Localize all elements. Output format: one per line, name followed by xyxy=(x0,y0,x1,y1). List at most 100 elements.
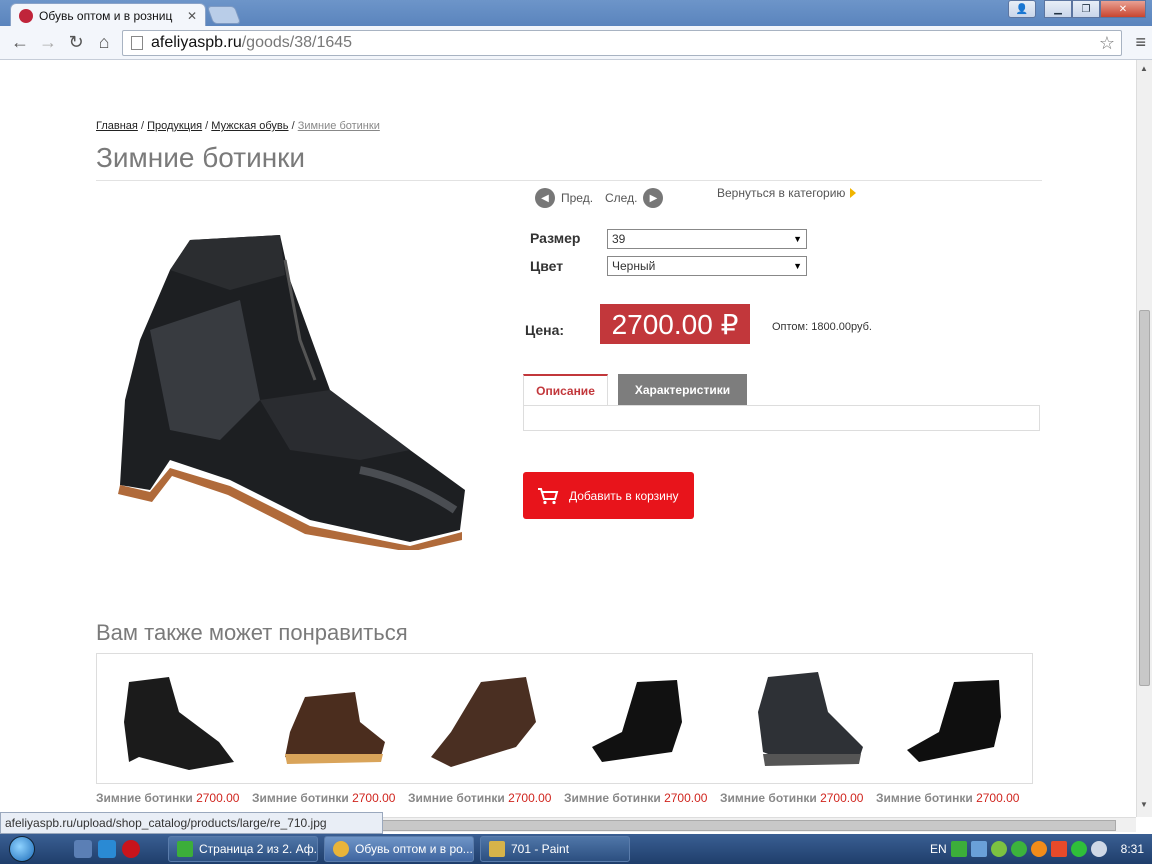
title-divider xyxy=(96,180,1042,181)
related-product-price: 2700.00 xyxy=(508,791,552,805)
related-product-image[interactable] xyxy=(889,662,1029,772)
back-to-category-link[interactable]: Вернуться в категорию xyxy=(717,186,857,200)
chrome-menu-icon[interactable]: ≡ xyxy=(1135,32,1146,53)
scroll-up-icon[interactable]: ▲ xyxy=(1140,64,1148,73)
breadcrumb-separator: / xyxy=(140,120,144,132)
vertical-scrollbar[interactable]: ▲ ▼ xyxy=(1136,60,1152,817)
size-select[interactable]: 39 ▼ xyxy=(607,229,807,249)
breadcrumb-mens-shoes[interactable]: Мужская обувь xyxy=(211,120,288,132)
color-select[interactable]: Черный ▼ xyxy=(607,256,807,276)
cart-icon xyxy=(538,487,559,504)
minimize-button[interactable]: ▁ xyxy=(1044,0,1072,18)
new-tab-button[interactable] xyxy=(206,6,242,24)
breadcrumb-products[interactable]: Продукция xyxy=(147,120,202,132)
taskbar-item-document[interactable]: Страница 2 из 2. Аф... xyxy=(168,836,318,862)
related-product-name: Зимние ботинки xyxy=(408,791,505,805)
internet-explorer-icon[interactable] xyxy=(98,840,116,858)
related-product-image[interactable] xyxy=(265,662,405,772)
breadcrumb-current[interactable]: Зимние ботинки xyxy=(298,120,380,132)
window-controls: 👤 ▁ ❐ ✕ xyxy=(1008,0,1146,18)
scroll-down-icon[interactable]: ▼ xyxy=(1140,800,1148,809)
related-product-name: Зимние ботинки xyxy=(96,791,193,805)
product-image[interactable] xyxy=(110,220,470,550)
breadcrumb-separator: / xyxy=(291,120,295,132)
close-window-button[interactable]: ✕ xyxy=(1100,0,1146,18)
related-product-price: 2700.00 xyxy=(664,791,708,805)
taskbar-item-label: 701 - Paint xyxy=(511,842,570,856)
document-app-icon xyxy=(177,841,193,857)
arrow-left-icon: ◀ xyxy=(535,188,555,208)
related-product-image[interactable] xyxy=(577,662,717,772)
site-favicon-icon xyxy=(19,8,33,23)
status-url-bubble: afeliyaspb.ru/upload/shop_catalog/produc… xyxy=(0,812,383,834)
bookmark-star-icon[interactable]: ☆ xyxy=(1099,33,1115,54)
breadcrumb-home[interactable]: Главная xyxy=(96,120,138,132)
tray-app-icon[interactable] xyxy=(950,841,967,857)
network-icon[interactable] xyxy=(970,841,987,857)
related-product-label[interactable]: Зимние ботинки 2700.00 xyxy=(252,791,395,805)
user-profile-button[interactable]: 👤 xyxy=(1008,0,1036,18)
forward-button[interactable]: → xyxy=(34,29,62,57)
paint-icon xyxy=(489,841,505,857)
wholesale-price: Оптом: 1800.00руб. xyxy=(772,321,872,333)
tab-description[interactable]: Описание xyxy=(523,374,608,406)
opera-icon[interactable] xyxy=(122,840,140,858)
related-product-image[interactable] xyxy=(733,662,873,772)
color-value: Черный xyxy=(612,259,656,273)
chrome-icon xyxy=(333,841,349,857)
warning-icon[interactable] xyxy=(1030,841,1047,857)
price-label: Цена: xyxy=(525,322,565,338)
security-icon[interactable] xyxy=(1010,841,1027,857)
add-to-cart-button[interactable]: Добавить в корзину xyxy=(523,472,694,519)
clock[interactable]: 8:31 xyxy=(1121,842,1144,856)
home-button[interactable]: ⌂ xyxy=(90,29,118,57)
utorrent-icon[interactable] xyxy=(990,841,1007,857)
quick-launch xyxy=(74,840,140,858)
related-product-label[interactable]: Зимние ботинки 2700.00 xyxy=(720,791,863,805)
related-product-label[interactable]: Зимние ботинки 2700.00 xyxy=(408,791,551,805)
related-product-label[interactable]: Зимние ботинки 2700.00 xyxy=(876,791,1019,805)
related-product-image[interactable] xyxy=(109,662,249,772)
reload-button[interactable]: ↻ xyxy=(62,29,90,57)
related-product-name: Зимние ботинки xyxy=(720,791,817,805)
price-badge: 2700.00 ₽ xyxy=(600,304,750,344)
back-to-category-label: Вернуться в категорию xyxy=(717,186,846,200)
speaker-icon[interactable] xyxy=(1090,841,1107,857)
browser-tab-active[interactable]: Обувь оптом и в розниц ✕ xyxy=(10,3,206,27)
related-product-label[interactable]: Зимние ботинки 2700.00 xyxy=(564,791,707,805)
explorer-icon[interactable] xyxy=(74,840,92,858)
tray-app-icon[interactable] xyxy=(1050,841,1067,857)
size-value: 39 xyxy=(612,232,626,246)
horizontal-scroll-thumb[interactable] xyxy=(380,820,1116,831)
related-product-price: 2700.00 xyxy=(352,791,396,805)
next-product-link[interactable]: След. ▶ xyxy=(605,188,664,208)
url-path: /goods/38/1645 xyxy=(241,34,353,51)
tab-close-icon[interactable]: ✕ xyxy=(187,9,197,23)
start-button[interactable] xyxy=(0,834,44,864)
related-product-name: Зимние ботинки xyxy=(252,791,349,805)
language-indicator[interactable]: EN xyxy=(930,842,947,856)
related-product-image[interactable] xyxy=(421,662,561,772)
page-viewport: Главная / Продукция / Мужская обувь / Зи… xyxy=(0,60,1136,817)
arrow-right-icon: ▶ xyxy=(643,188,664,208)
page-title: Зимние ботинки xyxy=(96,142,306,173)
related-products-carousel xyxy=(96,653,1033,784)
dropdown-arrow-icon: ▼ xyxy=(793,261,802,271)
vertical-scroll-thumb[interactable] xyxy=(1139,310,1150,686)
chevron-right-icon xyxy=(850,188,857,198)
add-to-cart-label: Добавить в корзину xyxy=(569,488,679,503)
shield-icon[interactable] xyxy=(1070,841,1087,857)
taskbar-item-paint[interactable]: 701 - Paint xyxy=(480,836,630,862)
back-button[interactable]: ← xyxy=(6,29,34,57)
related-product-price: 2700.00 xyxy=(976,791,1020,805)
browser-toolbar: ← → ↻ ⌂ afeliyaspb.ru /goods/38/1645 ☆ ≡ xyxy=(0,26,1152,60)
taskbar-item-chrome[interactable]: Обувь оптом и в ро... xyxy=(324,836,474,862)
prev-product-link[interactable]: ◀ Пред. xyxy=(535,188,593,208)
maximize-button[interactable]: ❐ xyxy=(1072,0,1100,18)
related-product-name: Зимние ботинки xyxy=(876,791,973,805)
address-bar[interactable]: afeliyaspb.ru /goods/38/1645 ☆ xyxy=(122,30,1122,56)
tab-characteristics[interactable]: Характеристики xyxy=(618,374,747,406)
tab-panel xyxy=(523,405,1040,431)
color-label: Цвет xyxy=(530,258,564,274)
related-product-label[interactable]: Зимние ботинки 2700.00 xyxy=(96,791,239,805)
